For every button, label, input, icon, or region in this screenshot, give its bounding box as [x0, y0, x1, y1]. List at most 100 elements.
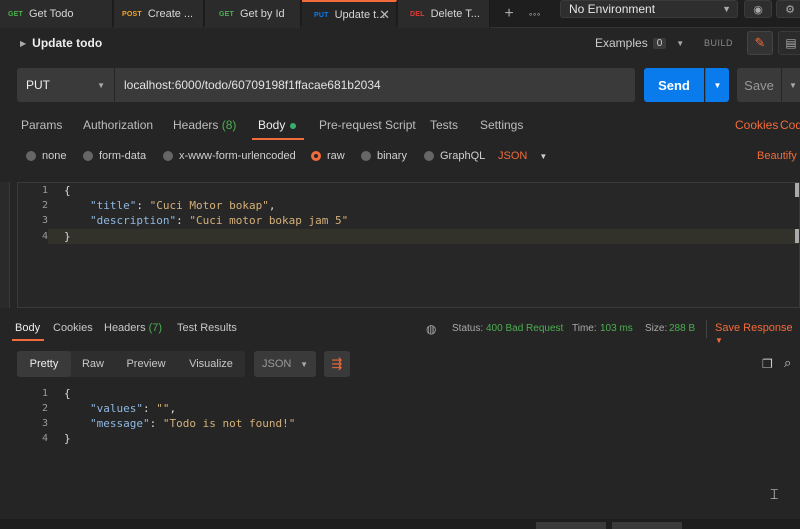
url-value: localhost:6000/todo/60709198f1ffacae681b… [124, 78, 381, 92]
tab-label: Delete T... [430, 8, 480, 20]
environment-label: No Environment [569, 2, 656, 16]
response-tab-body[interactable]: Body [15, 322, 40, 334]
radio-icon [361, 151, 371, 161]
radio-label: x-www-form-urlencoded [179, 150, 296, 162]
tab-body[interactable]: Body [258, 118, 297, 132]
status-dot-icon [290, 122, 297, 129]
examples-dropdown[interactable]: Examples 0 ▼ [595, 36, 684, 50]
chevron-down-icon: ▼ [722, 4, 731, 14]
eye-icon[interactable]: ◉ [744, 0, 772, 18]
close-icon[interactable]: ✕ [379, 7, 390, 23]
chevron-down-icon: ▼ [715, 336, 723, 345]
tab-params[interactable]: Params [21, 118, 62, 132]
radio-label: binary [377, 150, 407, 162]
environment-select[interactable]: No Environment ▼ [560, 0, 738, 18]
headers-count: (8) [221, 118, 237, 132]
pencil-icon[interactable]: ✎ [747, 31, 773, 55]
tab-headers[interactable]: Headers (8) [173, 118, 236, 132]
status-bar-segment[interactable] [612, 522, 682, 529]
divider [706, 320, 707, 338]
response-format-select[interactable]: JSON ▼ [254, 351, 316, 377]
url-input[interactable]: localhost:6000/todo/60709198f1ffacae681b… [115, 68, 635, 102]
tab-settings[interactable]: Settings [480, 118, 523, 132]
line-number: 2 [41, 200, 48, 211]
code-line-description: "description": "Cuci motor bokap jam 5" [90, 214, 349, 227]
save-response-label: Save Response [715, 322, 793, 334]
radio-icon [83, 151, 93, 161]
settings-icon[interactable]: ⚙ [776, 0, 800, 18]
build-label[interactable]: BUILD [704, 38, 733, 48]
radio-graphql[interactable]: GraphQL [424, 150, 485, 162]
tab-body-label: Body [258, 118, 286, 132]
tab-get-todo[interactable]: GET Get Todo [0, 0, 113, 28]
cookies-link[interactable]: Cookies [735, 118, 778, 132]
tab-authorization[interactable]: Authorization [83, 118, 153, 132]
radio-urlencoded[interactable]: x-www-form-urlencoded [163, 150, 296, 162]
radio-binary[interactable]: binary [361, 150, 407, 162]
scrollbar-marker [795, 183, 799, 197]
chevron-down-icon: ▼ [539, 151, 548, 161]
tab-get-by-id[interactable]: GET Get by Id [205, 0, 301, 28]
active-tab-indicator [12, 339, 44, 341]
radio-raw[interactable]: raw [311, 150, 345, 162]
more-icon[interactable]: ∘∘∘ [522, 0, 546, 28]
search-icon[interactable]: ⌕ [784, 355, 791, 371]
code-brace-open: { [64, 387, 71, 400]
active-line-highlight [48, 229, 800, 244]
save-options-chevron-icon[interactable]: ▼ [782, 68, 800, 102]
json-string: "Todo is not found!" [162, 417, 296, 430]
send-button[interactable]: Send [644, 68, 704, 102]
tab-label: Create ... [147, 8, 194, 20]
method-badge: DEL [410, 10, 425, 18]
line-number: 1 [41, 388, 48, 399]
headers-count: (7) [148, 322, 163, 334]
chevron-down-icon: ▼ [97, 80, 105, 90]
wrap-lines-icon[interactable]: ⇶ [324, 351, 350, 377]
radio-form-data[interactable]: form-data [83, 150, 146, 162]
response-tab-cookies[interactable]: Cookies [53, 322, 93, 334]
chevron-down-icon: ▼ [676, 38, 685, 48]
method-value: PUT [26, 78, 50, 92]
tab-tests[interactable]: Tests [430, 118, 458, 132]
tab-delete-todo[interactable]: DEL Delete T... [398, 0, 490, 28]
save-button[interactable]: Save [737, 68, 781, 102]
copy-icon[interactable]: ❐ [762, 357, 773, 371]
documentation-icon[interactable]: ▤ [778, 31, 800, 55]
save-response-dropdown[interactable]: Save Response ▼ [715, 322, 800, 346]
tab-update-todo[interactable]: PUT Update t... ✕ [302, 0, 397, 28]
view-pretty-button[interactable]: Pretty [17, 351, 71, 377]
radio-icon [163, 151, 173, 161]
radio-icon [424, 151, 434, 161]
plus-icon[interactable]: + [498, 0, 520, 28]
request-title[interactable]: ▶ Update todo [20, 36, 102, 50]
json-key: "description" [90, 214, 177, 227]
globe-icon[interactable]: ◍ [426, 322, 436, 336]
view-preview-button[interactable]: Preview [115, 351, 177, 377]
status-bar-segment[interactable] [536, 522, 606, 529]
json-key: "title" [90, 199, 137, 212]
tab-headers-label: Headers [173, 118, 219, 132]
method-select[interactable]: PUT ▼ [17, 68, 114, 102]
radio-label: none [42, 150, 67, 162]
radio-none[interactable]: none [26, 150, 66, 162]
view-raw-button[interactable]: Raw [71, 351, 115, 377]
json-key: "values" [90, 402, 143, 415]
response-view-group: Pretty Raw Preview Visualize [17, 351, 245, 377]
tab-label: Update t... [334, 9, 386, 21]
tab-pre-request-script[interactable]: Pre-request Script [319, 118, 416, 132]
send-options-chevron-icon[interactable]: ▼ [705, 68, 729, 102]
response-tab-test-results[interactable]: Test Results [177, 322, 237, 334]
view-visualize-button[interactable]: Visualize [177, 351, 245, 377]
tab-create[interactable]: POST Create ... [114, 0, 204, 28]
line-number: 1 [41, 185, 48, 196]
body-format-select[interactable]: JSON ▼ [498, 150, 547, 162]
response-tab-headers[interactable]: Headers (7) [104, 322, 162, 334]
scrollbar-marker [795, 229, 799, 243]
tab-label: Get by Id [240, 8, 285, 20]
code-line-message: "message": "Todo is not found!" [90, 417, 296, 430]
sidebar-collapsed-strip[interactable] [0, 182, 10, 308]
radio-label: raw [327, 150, 345, 162]
examples-label: Examples [595, 36, 648, 50]
beautify-link[interactable]: Beautify [757, 150, 797, 162]
code-link[interactable]: Cod [780, 118, 800, 132]
